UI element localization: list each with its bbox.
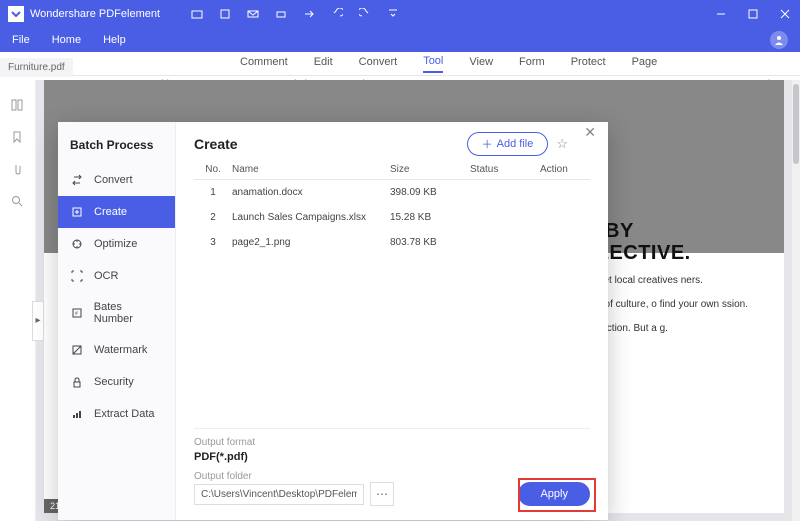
output-section: Output format PDF(*.pdf) Output folder ⋯… [194, 428, 590, 506]
table-row[interactable]: 1 anamation.docx 398.09 KB [194, 180, 590, 205]
ocr-icon [70, 269, 84, 283]
share-icon[interactable] [302, 7, 316, 21]
sidebar-item-optimize[interactable]: Optimize [58, 228, 175, 260]
menu-home[interactable]: Home [52, 34, 81, 46]
modal-close-button[interactable]: ✕ [584, 124, 596, 141]
menu-help[interactable]: Help [103, 34, 126, 46]
table-body: 1 anamation.docx 398.09 KB 2 Launch Sale… [194, 180, 590, 422]
mail-icon[interactable] [246, 7, 260, 21]
modal-main: ✕ Create ＋ Add file ☆ No. Name Size Stat… [176, 122, 608, 520]
favorite-button[interactable]: ☆ [556, 136, 568, 152]
titlebar: Wondershare PDFelement [0, 0, 800, 28]
table-row[interactable]: 3 page2_1.png 803.78 KB [194, 230, 590, 255]
convert-icon [70, 173, 84, 187]
modal-header: Create [194, 136, 238, 152]
optimize-icon [70, 237, 84, 251]
bates-icon: # [70, 306, 84, 320]
window-controls [714, 7, 792, 21]
modal-title: Batch Process [58, 134, 175, 164]
menu-file[interactable]: File [12, 34, 30, 46]
sidebar-item-bates-number[interactable]: # Bates Number [58, 292, 175, 334]
col-name: Name [232, 164, 390, 175]
add-file-button[interactable]: ＋ Add file [467, 132, 549, 156]
save-icon[interactable] [218, 7, 232, 21]
col-size: Size [390, 164, 470, 175]
browse-folder-button[interactable]: ⋯ [370, 482, 394, 506]
menubar: File Home Help [0, 28, 800, 52]
app-title: Wondershare PDFelement [30, 8, 160, 20]
user-avatar-icon[interactable] [770, 31, 788, 49]
print-icon[interactable] [274, 7, 288, 21]
open-icon[interactable] [190, 7, 204, 21]
extract-icon [70, 407, 84, 421]
undo-icon[interactable] [330, 7, 344, 21]
app-logo-icon [8, 6, 24, 22]
redo-icon[interactable] [358, 7, 372, 21]
table-header: No. Name Size Status Action [194, 164, 590, 180]
sidebar-item-watermark[interactable]: Watermark [58, 334, 175, 366]
quick-access-toolbar [190, 7, 400, 21]
output-folder-input[interactable] [194, 484, 364, 505]
output-format-label: Output format [194, 437, 590, 448]
table-row[interactable]: 2 Launch Sales Campaigns.xlsx 15.28 KB [194, 205, 590, 230]
qat-dropdown-icon[interactable] [386, 7, 400, 21]
modal-sidebar: Batch Process Convert Create Optimize OC… [58, 122, 176, 520]
svg-text:#: # [75, 311, 78, 317]
output-format-value: PDF(*.pdf) [194, 451, 590, 463]
watermark-icon [70, 343, 84, 357]
sidebar-item-create[interactable]: Create [58, 196, 175, 228]
sidebar-item-convert[interactable]: Convert [58, 164, 175, 196]
close-button[interactable] [778, 7, 792, 21]
plus-icon: ＋ [482, 136, 493, 152]
apply-button[interactable]: Apply [518, 482, 590, 506]
sidebar-item-security[interactable]: Security [58, 366, 175, 398]
create-icon [70, 205, 84, 219]
sidebar-item-ocr[interactable]: OCR [58, 260, 175, 292]
sidebar-item-extract-data[interactable]: Extract Data [58, 398, 175, 430]
maximize-button[interactable] [746, 7, 760, 21]
lock-icon [70, 375, 84, 389]
col-action: Action [540, 164, 590, 175]
col-no: No. [194, 164, 232, 175]
col-status: Status [470, 164, 540, 175]
modal-backdrop: Batch Process Convert Create Optimize OC… [0, 58, 800, 521]
batch-process-modal: Batch Process Convert Create Optimize OC… [58, 122, 608, 520]
output-folder-label: Output folder [194, 471, 590, 482]
minimize-button[interactable] [714, 7, 728, 21]
